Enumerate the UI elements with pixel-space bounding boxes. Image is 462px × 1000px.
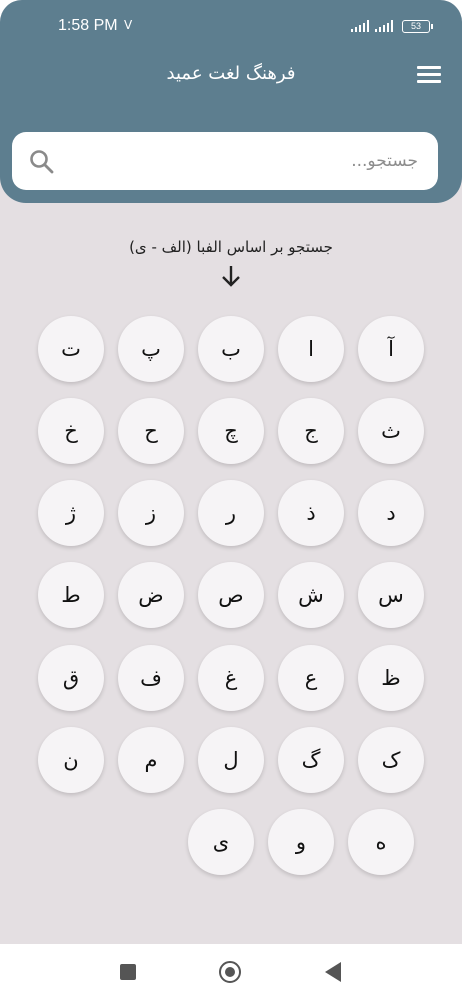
letter-key[interactable]: س <box>358 562 424 628</box>
letter-key[interactable]: ظ <box>358 645 424 711</box>
status-indicator: V <box>124 18 133 32</box>
letter-key[interactable]: آ <box>358 316 424 382</box>
search-input[interactable] <box>72 132 418 190</box>
battery-icon: 53 <box>402 20 433 33</box>
letter-key[interactable]: ج <box>278 398 344 464</box>
arrow-down-icon <box>222 266 240 287</box>
letter-key[interactable]: ع <box>278 645 344 711</box>
letter-key[interactable]: پ <box>118 316 184 382</box>
home-circle-icon[interactable] <box>219 961 241 983</box>
letter-key[interactable]: ذ <box>278 480 344 546</box>
letter-key[interactable]: ل <box>198 727 264 793</box>
letter-key[interactable]: ش <box>278 562 344 628</box>
signal-icon <box>351 20 369 32</box>
app-header: 1:58 PM V 53 فرهنگ لغت عمید <box>0 0 462 203</box>
letter-key[interactable]: ا <box>278 316 344 382</box>
letter-key[interactable]: ک <box>358 727 424 793</box>
app-title: فرهنگ لغت عمید <box>166 63 296 84</box>
letter-key[interactable]: ط <box>38 562 104 628</box>
signal-icon-2 <box>375 20 393 32</box>
letter-key[interactable]: ن <box>38 727 104 793</box>
letter-key[interactable]: غ <box>198 645 264 711</box>
letter-key[interactable]: م <box>118 727 184 793</box>
recents-square-icon[interactable] <box>120 964 136 980</box>
alphabet-instruction: جستجو بر اساس الفبا (الف - ی) <box>129 238 333 256</box>
app-screen: 1:58 PM V 53 فرهنگ لغت عمید جستجو بر اسا… <box>0 0 462 1000</box>
letter-key[interactable]: ف <box>118 645 184 711</box>
letter-key[interactable]: ز <box>118 480 184 546</box>
letter-key[interactable]: خ <box>38 398 104 464</box>
letter-key[interactable]: و <box>268 809 334 875</box>
letter-key[interactable]: گ <box>278 727 344 793</box>
letter-key[interactable]: ژ <box>38 480 104 546</box>
letter-key[interactable]: ث <box>358 398 424 464</box>
status-time: 1:58 PM <box>58 17 118 34</box>
back-triangle-icon[interactable] <box>325 962 341 982</box>
letter-key[interactable]: ح <box>118 398 184 464</box>
search-icon[interactable] <box>29 149 55 175</box>
hamburger-menu-icon[interactable] <box>417 66 441 86</box>
letter-key[interactable]: ض <box>118 562 184 628</box>
search-box <box>12 132 438 190</box>
letter-key[interactable]: ب <box>198 316 264 382</box>
status-bar: 1:58 PM V 53 <box>0 17 462 37</box>
letter-key[interactable]: ت <box>38 316 104 382</box>
letter-key[interactable]: ر <box>198 480 264 546</box>
letter-key[interactable]: د <box>358 480 424 546</box>
letter-key[interactable]: ی <box>188 809 254 875</box>
letter-key[interactable]: ق <box>38 645 104 711</box>
system-nav-bar <box>0 944 462 1000</box>
letter-key[interactable]: ص <box>198 562 264 628</box>
letter-key[interactable]: ه <box>348 809 414 875</box>
letter-key[interactable]: چ <box>198 398 264 464</box>
